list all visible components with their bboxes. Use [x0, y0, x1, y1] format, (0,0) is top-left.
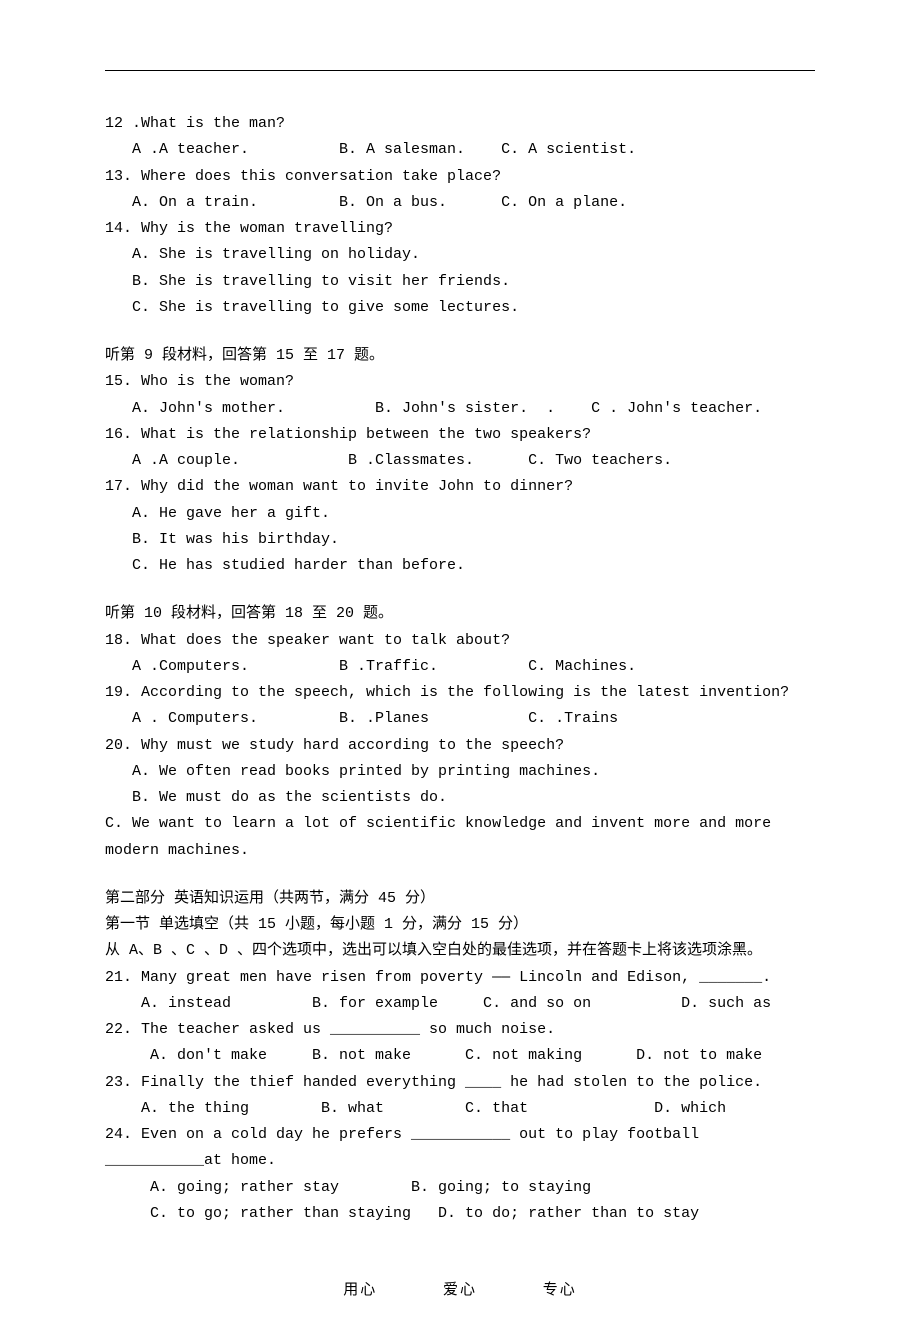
- q19-stem: 19. According to the speech, which is th…: [105, 680, 815, 706]
- q18-stem: 18. What does the speaker want to talk a…: [105, 628, 815, 654]
- q20-option-b: B. We must do as the scientists do.: [105, 785, 815, 811]
- part-2-heading: 第二部分 英语知识运用（共两节，满分 45 分）: [105, 886, 815, 912]
- q21-options: A. instead B. for example C. and so on D…: [105, 991, 815, 1017]
- q13-options: A. On a train. B. On a bus. C. On a plan…: [105, 190, 815, 216]
- q23-stem: 23. Finally the thief handed everything …: [105, 1070, 815, 1096]
- question-block-18-20: 听第 10 段材料，回答第 18 至 20 题。 18. What does t…: [105, 601, 815, 864]
- q24-options-cd: C. to go; rather than staying D. to do; …: [105, 1201, 815, 1227]
- q22-stem: 22. The teacher asked us __________ so m…: [105, 1017, 815, 1043]
- section-1-heading: 第一节 单选填空（共 15 小题，每小题 1 分，满分 15 分）: [105, 912, 815, 938]
- q22-options: A. don't make B. not make C. not making …: [105, 1043, 815, 1069]
- q17-option-a: A. He gave her a gift.: [105, 501, 815, 527]
- q18-options: A .Computers. B .Traffic. C. Machines.: [105, 654, 815, 680]
- q17-stem: 17. Why did the woman want to invite Joh…: [105, 474, 815, 500]
- q12-stem: 12 .What is the man?: [105, 111, 815, 137]
- q16-options: A .A couple. B .Classmates. C. Two teach…: [105, 448, 815, 474]
- q21-stem: 21. Many great men have risen from pover…: [105, 965, 815, 991]
- question-block-12-14: 12 .What is the man? A .A teacher. B. A …: [105, 111, 815, 321]
- page-footer: 用心 爱心 专心: [105, 1277, 815, 1303]
- q14-option-b: B. She is travelling to visit her friend…: [105, 269, 815, 295]
- page-top-rule: [105, 70, 815, 71]
- q20-stem: 20. Why must we study hard according to …: [105, 733, 815, 759]
- q13-stem: 13. Where does this conversation take pl…: [105, 164, 815, 190]
- q24-options-ab: A. going; rather stay B. going; to stayi…: [105, 1175, 815, 1201]
- q14-option-a: A. She is travelling on holiday.: [105, 242, 815, 268]
- q14-stem: 14. Why is the woman travelling?: [105, 216, 815, 242]
- passage-9-heading: 听第 9 段材料，回答第 15 至 17 题。: [105, 343, 815, 369]
- footer-word-1: 用心: [343, 1277, 377, 1303]
- footer-word-3: 专心: [543, 1277, 577, 1303]
- q15-stem: 15. Who is the woman?: [105, 369, 815, 395]
- section-1-instructions: 从 A、B 、C 、D 、四个选项中，选出可以填入空白处的最佳选项，并在答题卡上…: [105, 938, 815, 964]
- q20-option-c: C. We want to learn a lot of scientific …: [105, 811, 815, 864]
- q24-stem: 24. Even on a cold day he prefers ______…: [105, 1122, 815, 1175]
- q17-option-c: C. He has studied harder than before.: [105, 553, 815, 579]
- q12-options: A .A teacher. B. A salesman. C. A scient…: [105, 137, 815, 163]
- part-2-section: 第二部分 英语知识运用（共两节，满分 45 分） 第一节 单选填空（共 15 小…: [105, 886, 815, 1227]
- passage-10-heading: 听第 10 段材料，回答第 18 至 20 题。: [105, 601, 815, 627]
- q19-options: A . Computers. B. .Planes C. .Trains: [105, 706, 815, 732]
- q23-options: A. the thing B. what C. that D. which: [105, 1096, 815, 1122]
- q14-option-c: C. She is travelling to give some lectur…: [105, 295, 815, 321]
- question-block-15-17: 听第 9 段材料，回答第 15 至 17 题。 15. Who is the w…: [105, 343, 815, 579]
- q17-option-b: B. It was his birthday.: [105, 527, 815, 553]
- q20-option-a: A. We often read books printed by printi…: [105, 759, 815, 785]
- footer-word-2: 爱心: [443, 1277, 477, 1303]
- q15-options: A. John's mother. B. John's sister. . C …: [105, 396, 815, 422]
- q16-stem: 16. What is the relationship between the…: [105, 422, 815, 448]
